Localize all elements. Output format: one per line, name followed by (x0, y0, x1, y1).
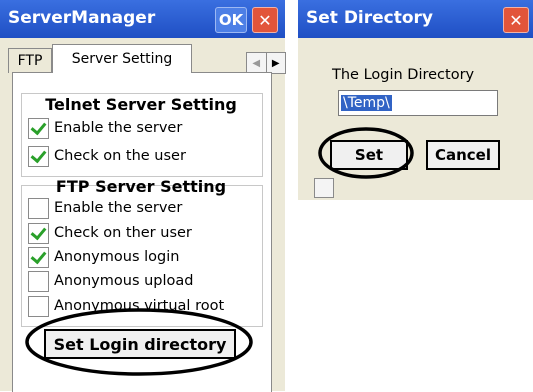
login-directory-highlight-ellipse (25, 308, 253, 376)
set-button-highlight-ellipse (318, 127, 414, 179)
tab-server-setting[interactable]: Server Setting (52, 44, 192, 73)
